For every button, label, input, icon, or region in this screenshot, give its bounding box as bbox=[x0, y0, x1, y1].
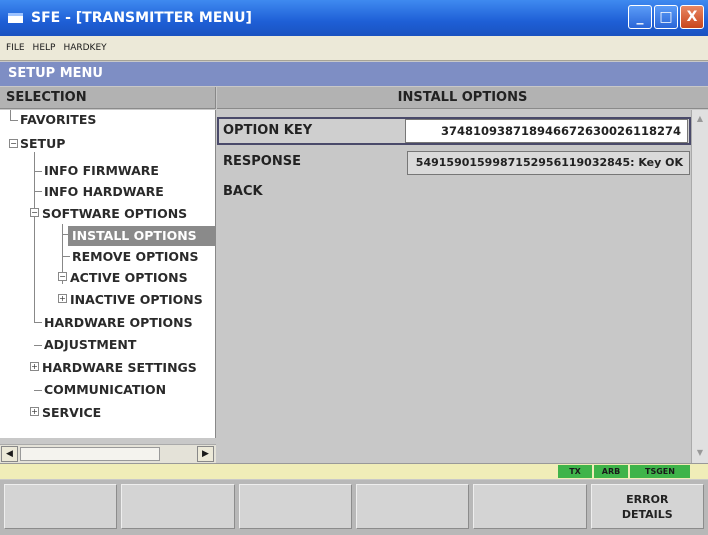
response-value: 549159015998715295611903284​5: Key OK bbox=[407, 151, 690, 175]
menu-help[interactable]: HELP bbox=[33, 43, 56, 53]
window-title: SFE - [TRANSMITTER MENU] bbox=[31, 10, 252, 26]
tree-item-setup[interactable]: SETUP bbox=[20, 134, 65, 154]
tree-item-hardware-settings[interactable]: HARDWARE SETTINGS bbox=[42, 358, 197, 378]
tree-item-active-options[interactable]: ACTIVE OPTIONS bbox=[70, 268, 188, 288]
selection-tree: − − − + + + FAVORITES SETUP INFO FIRMWAR… bbox=[0, 110, 216, 438]
status-bar: TX ARB TSGEN bbox=[0, 463, 708, 479]
scroll-down-icon[interactable]: ▼ bbox=[693, 446, 707, 460]
back-item[interactable]: BACK bbox=[223, 184, 263, 199]
tx-indicator: TX bbox=[558, 465, 592, 478]
option-key-label: OPTION KEY bbox=[223, 123, 313, 138]
softkey-1[interactable] bbox=[4, 484, 118, 529]
maximize-button[interactable]: □ bbox=[654, 5, 678, 29]
scroll-thumb[interactable] bbox=[20, 447, 160, 461]
close-button[interactable]: X bbox=[680, 5, 704, 29]
tree-item-software-options[interactable]: SOFTWARE OPTIONS bbox=[42, 204, 187, 224]
service-expand-icon[interactable]: + bbox=[30, 407, 39, 416]
selection-header: SELECTION bbox=[0, 87, 216, 109]
softkey-bar: ERROR DETAILS bbox=[0, 480, 708, 535]
option-key-input[interactable]: 374810938718946672630026118274 bbox=[405, 119, 688, 143]
app-icon bbox=[8, 13, 23, 23]
tree-item-favorites[interactable]: FAVORITES bbox=[20, 110, 96, 130]
menu-hardkey[interactable]: HARDKEY bbox=[63, 43, 106, 53]
tree-item-install-options[interactable]: INSTALL OPTIONS bbox=[68, 226, 216, 246]
softkey-2[interactable] bbox=[121, 484, 235, 529]
software-options-collapse-icon[interactable]: − bbox=[30, 208, 39, 217]
install-options-header: INSTALL OPTIONS bbox=[217, 87, 708, 109]
hardware-settings-expand-icon[interactable]: + bbox=[30, 362, 39, 371]
tree-item-service[interactable]: SERVICE bbox=[42, 403, 101, 423]
tree-item-info-firmware[interactable]: INFO FIRMWARE bbox=[44, 161, 159, 181]
scroll-up-icon[interactable]: ▲ bbox=[693, 112, 707, 126]
setup-menu-header: SETUP MENU bbox=[0, 62, 708, 86]
content-vertical-scrollbar[interactable]: ▲ ▼ bbox=[691, 110, 708, 463]
install-options-panel: OPTION KEY 37481093871894667263002611827… bbox=[217, 110, 691, 463]
response-label: RESPONSE bbox=[223, 154, 301, 169]
tree-item-communication[interactable]: COMMUNICATION bbox=[44, 380, 166, 400]
inactive-options-expand-icon[interactable]: + bbox=[58, 294, 67, 303]
scroll-right-icon[interactable]: ▶ bbox=[197, 446, 214, 462]
menu-file[interactable]: FILE bbox=[6, 43, 25, 53]
arb-indicator: ARB bbox=[594, 465, 628, 478]
minimize-button[interactable]: _ bbox=[628, 5, 652, 29]
softkey-3[interactable] bbox=[238, 484, 352, 529]
title-bar: SFE - [TRANSMITTER MENU] _ □ X bbox=[0, 0, 708, 36]
tree-item-inactive-options[interactable]: INACTIVE OPTIONS bbox=[70, 290, 203, 310]
tree-item-adjustment[interactable]: ADJUSTMENT bbox=[44, 335, 136, 355]
scroll-left-icon[interactable]: ◀ bbox=[1, 446, 18, 462]
tree-item-info-hardware[interactable]: INFO HARDWARE bbox=[44, 182, 164, 202]
error-details-button[interactable]: ERROR DETAILS bbox=[590, 484, 704, 529]
tree-item-remove-options[interactable]: REMOVE OPTIONS bbox=[72, 247, 199, 267]
softkey-4[interactable] bbox=[355, 484, 470, 529]
tsgen-indicator: TSGEN bbox=[630, 465, 690, 478]
softkey-5[interactable] bbox=[473, 484, 587, 529]
active-options-collapse-icon[interactable]: − bbox=[58, 272, 67, 281]
tree-item-hardware-options[interactable]: HARDWARE OPTIONS bbox=[44, 313, 193, 333]
tree-horizontal-scrollbar[interactable]: ◀ ▶ bbox=[0, 444, 216, 463]
setup-collapse-icon[interactable]: − bbox=[9, 139, 18, 148]
menu-bar: FILE HELP HARDKEY bbox=[0, 36, 708, 61]
